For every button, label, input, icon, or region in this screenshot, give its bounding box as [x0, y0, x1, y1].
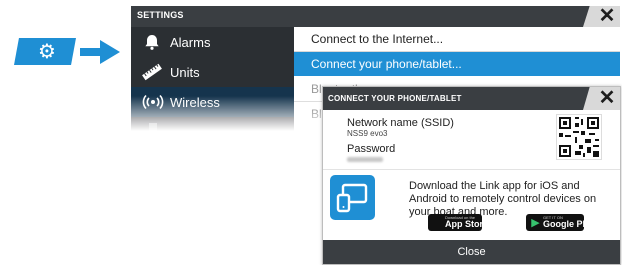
google-play-icon: ▶ [531, 216, 540, 229]
option-label: Bl [311, 107, 322, 121]
google-play-badge[interactable]: ▶ GET IT ON Google Play [526, 214, 595, 231]
menu-item-wireless[interactable]: Wireless [131, 87, 294, 117]
link-app-icon [330, 175, 375, 220]
dialog-header: CONNECT YOUR PHONE/TABLET ✕ [323, 87, 620, 110]
app-store-badge[interactable]: Download on the App Store [428, 214, 488, 231]
option-connect-phone[interactable]: Connect your phone/tablet... [294, 52, 620, 76]
gear-icon[interactable]: ⚙ [36, 40, 58, 62]
connect-phone-dialog: CONNECT YOUR PHONE/TABLET ✕ Network name… [322, 86, 621, 265]
divider [323, 169, 620, 170]
app-store-label: App Store [445, 219, 489, 229]
close-icon: ✕ [598, 87, 616, 109]
wireless-icon [141, 93, 164, 111]
bell-icon [141, 33, 163, 51]
settings-header: SETTINGS ✕ [131, 6, 620, 27]
network-name-label: Network name (SSID) [347, 117, 454, 129]
google-play-label: Google Play [543, 219, 596, 229]
ruler-icon [141, 63, 163, 81]
settings-close-button[interactable]: ✕ [583, 6, 620, 27]
menu-item-label: Units [170, 65, 200, 80]
password-value [347, 157, 383, 162]
settings-title: SETTINGS [137, 10, 184, 20]
arrow-right-icon [80, 40, 120, 64]
qr-code [556, 114, 602, 160]
close-icon: ✕ [598, 6, 616, 27]
password-label: Password [347, 143, 396, 155]
apple-icon [432, 216, 443, 229]
dialog-close-button[interactable]: ✕ [583, 87, 620, 110]
menu-item-units[interactable]: Units [131, 57, 294, 87]
menu-item-label: Alarms [170, 35, 211, 50]
menu-item-label: Wireless [170, 95, 220, 110]
option-label: Connect your phone/tablet... [311, 57, 462, 71]
menu-item-alarms[interactable]: Alarms [131, 27, 294, 57]
dialog-title: CONNECT YOUR PHONE/TABLET [328, 94, 462, 103]
menu-item-partial-icon [149, 123, 157, 131]
close-button-label: Close [457, 246, 486, 258]
option-label: Connect to the Internet... [311, 32, 444, 46]
network-name-value: NSS9 evo3 [347, 129, 388, 138]
option-connect-internet[interactable]: Connect to the Internet... [294, 27, 620, 52]
close-button[interactable]: Close [323, 240, 620, 264]
